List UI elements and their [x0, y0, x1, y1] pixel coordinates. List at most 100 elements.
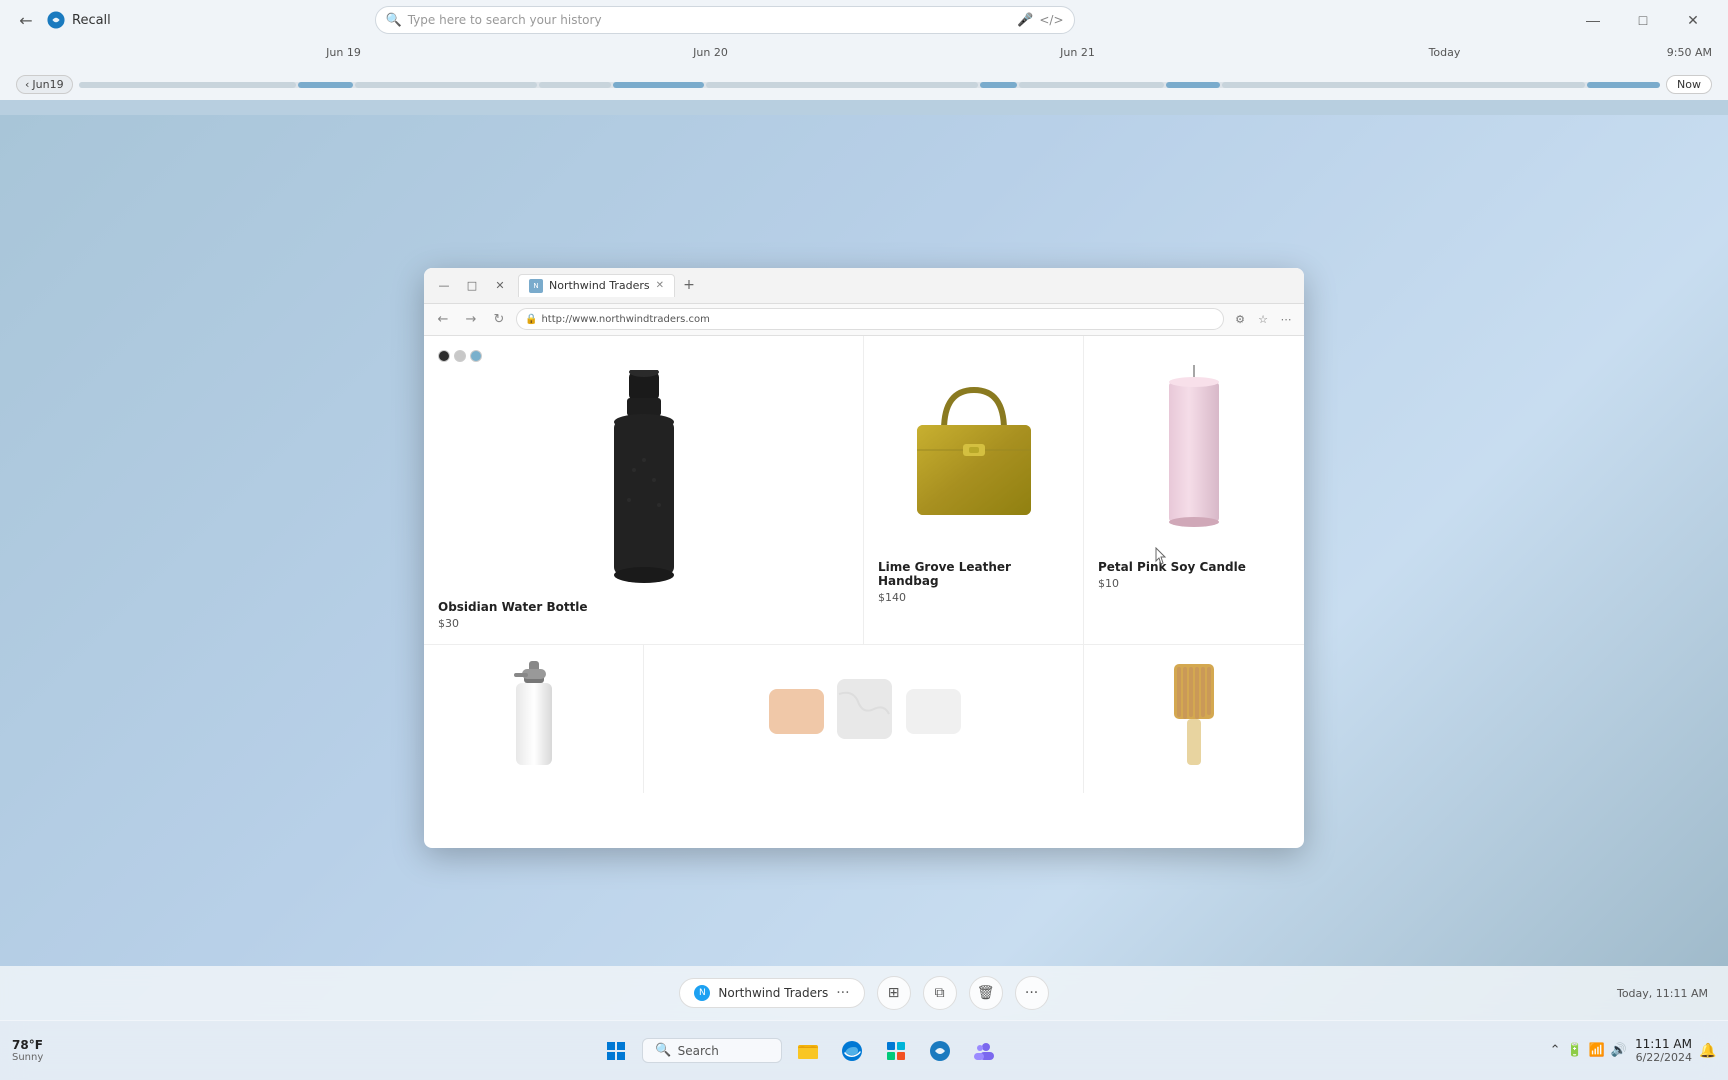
snapshot-dots[interactable]: ··· [836, 985, 849, 1001]
snapshot-pill[interactable]: N Northwind Traders ··· [679, 978, 864, 1008]
maximize-button[interactable]: □ [1620, 4, 1666, 36]
product-card-brush[interactable] [1084, 645, 1304, 793]
timeline-back-button[interactable]: ‹ Jun19 [16, 75, 73, 94]
browser-addressbar: ← → ↻ 🔒 http://www.northwindtraders.com … [424, 304, 1304, 336]
taskbar-store[interactable] [878, 1033, 914, 1069]
product-card-handbag[interactable]: Lime Grove Leather Handbag $140 [864, 336, 1084, 644]
url-lock-icon: 🔒 [525, 314, 537, 325]
browser-url-box[interactable]: 🔒 http://www.northwindtraders.com [516, 308, 1224, 330]
snapshot-timestamp: Today, 11:11 AM [1617, 987, 1708, 1000]
browser-titlebar: — □ ✕ N Northwind Traders ✕ + [424, 268, 1304, 304]
browser-back-button[interactable]: ← [432, 308, 454, 330]
weather-condition: Sunny [12, 1052, 43, 1063]
browser-win-controls: — □ ✕ [432, 274, 512, 296]
products-row2 [424, 645, 1304, 793]
app-name: Recall [72, 13, 111, 28]
handbag-svg [899, 370, 1049, 530]
browser-favorites-icon[interactable]: ☆ [1253, 309, 1273, 329]
bottle-svg [589, 370, 699, 590]
browser-tab-area: N Northwind Traders ✕ + [518, 274, 1296, 297]
code-icon[interactable]: </> [1039, 13, 1063, 27]
back-button[interactable]: ← [12, 6, 40, 34]
search-icon: 🔍 [386, 13, 402, 28]
product-card-candle[interactable]: Petal Pink Soy Candle $10 [1084, 336, 1304, 644]
product-card-bottle[interactable]: Obsidian Water Bottle $30 [424, 336, 864, 644]
browser-settings-icon[interactable]: ⋯ [1276, 309, 1296, 329]
browser-extensions-icon[interactable]: ⚙ [1230, 309, 1250, 329]
taskbar-search-icon: 🔍 [655, 1043, 671, 1058]
taskbar-volume-icon[interactable]: 🔊 [1611, 1043, 1627, 1058]
snapshot-copy-button[interactable]: ⧉ [923, 976, 957, 1010]
snapshot-screenshot-button[interactable]: ⊞ [877, 976, 911, 1010]
minimize-button[interactable]: — [1570, 4, 1616, 36]
timeline-label-jun20: Jun 20 [527, 46, 894, 59]
taskbar-edge[interactable] [834, 1033, 870, 1069]
timeline-time: 9:50 AM [1667, 46, 1712, 59]
search-bar[interactable]: 🔍 Type here to search your history 🎤 </> [375, 6, 1075, 34]
product-card-lotion[interactable] [424, 645, 644, 793]
browser-toolbar-icons: ⚙ ☆ ⋯ [1230, 309, 1296, 329]
taskbar-right: ⌃ 🔋 📶 🔊 11:11 AM 6/22/2024 🔔 [1550, 1037, 1716, 1064]
handbag-price: $140 [878, 591, 1069, 604]
color-swatches [438, 350, 849, 362]
browser-refresh-button[interactable]: ↻ [488, 308, 510, 330]
close-button[interactable]: ✕ [1670, 4, 1716, 36]
candle-svg [1154, 360, 1234, 540]
weather-temp: 78°F [12, 1038, 43, 1052]
main-area: — □ ✕ N Northwind Traders ✕ + ← → ↻ 🔒 ht… [0, 115, 1728, 1020]
mic-icon[interactable]: 🎤 [1017, 13, 1033, 28]
browser-content: Obsidian Water Bottle $30 [424, 336, 1304, 848]
lotion-image-area [438, 659, 629, 769]
swatch-blue[interactable] [470, 350, 482, 362]
browser-minimize[interactable]: — [432, 274, 456, 296]
browser-tab-active[interactable]: N Northwind Traders ✕ [518, 274, 675, 297]
window-controls: — □ ✕ [1570, 4, 1716, 36]
products-row1: Obsidian Water Bottle $30 [424, 336, 1304, 645]
swatch-grey[interactable] [454, 350, 466, 362]
store-icon [884, 1039, 908, 1063]
tab-title: Northwind Traders [549, 279, 650, 292]
file-explorer-icon [796, 1039, 820, 1063]
soap-svg [764, 669, 964, 749]
snapshot-browser-icon: N [694, 985, 710, 1001]
timeline-label-jun21: Jun 21 [894, 46, 1261, 59]
taskbar-clock[interactable]: 11:11 AM 6/22/2024 [1635, 1037, 1692, 1064]
taskbar-wifi-icon[interactable]: 📶 [1589, 1043, 1605, 1058]
start-icon [606, 1041, 626, 1061]
swatch-black[interactable] [438, 350, 450, 362]
timeline-now-button[interactable]: Now [1666, 75, 1712, 94]
taskbar-battery-icon[interactable]: 🔋 [1566, 1043, 1582, 1058]
bottle-price: $30 [438, 617, 849, 630]
taskbar-search-bar[interactable]: 🔍 Search [642, 1038, 782, 1063]
timeline-label-today: Today [1261, 46, 1628, 59]
recall-icon [928, 1039, 952, 1063]
search-placeholder: Type here to search your history [408, 13, 1011, 27]
candle-image-area [1098, 350, 1290, 550]
taskbar-search-text: Search [678, 1044, 719, 1058]
browser-close[interactable]: ✕ [488, 274, 512, 296]
tab-favicon: N [529, 279, 543, 293]
new-tab-button[interactable]: + [677, 274, 701, 296]
taskbar-weather: 78°F Sunny [12, 1038, 43, 1063]
notification-button[interactable]: 🔔 [1700, 1043, 1716, 1059]
browser-maximize[interactable]: □ [460, 274, 484, 296]
taskbar-date: 6/22/2024 [1636, 1051, 1692, 1064]
snapshot-delete-button[interactable]: 🗑 [969, 976, 1003, 1010]
browser-forward-button[interactable]: → [460, 308, 482, 330]
tab-close-icon[interactable]: ✕ [656, 280, 664, 291]
taskbar-sys-icons: ⌃ 🔋 📶 🔊 [1550, 1043, 1627, 1058]
taskbar: 78°F Sunny 🔍 Search [0, 1020, 1728, 1080]
handbag-image-area [878, 350, 1069, 550]
taskbar-arrow-icon[interactable]: ⌃ [1550, 1043, 1561, 1058]
lotion-svg [504, 659, 564, 769]
start-button[interactable] [598, 1033, 634, 1069]
product-card-soap[interactable] [644, 645, 1084, 793]
snapshot-more-button[interactable]: ··· [1015, 976, 1049, 1010]
timeline-label-jun19: Jun 19 [160, 46, 527, 59]
taskbar-file-explorer[interactable] [790, 1033, 826, 1069]
taskbar-recall[interactable] [922, 1033, 958, 1069]
taskbar-teams[interactable] [966, 1033, 1002, 1069]
bottle-image-area [438, 370, 849, 590]
timeline-track[interactable] [79, 82, 1660, 88]
browser-url: http://www.northwindtraders.com [541, 314, 709, 325]
